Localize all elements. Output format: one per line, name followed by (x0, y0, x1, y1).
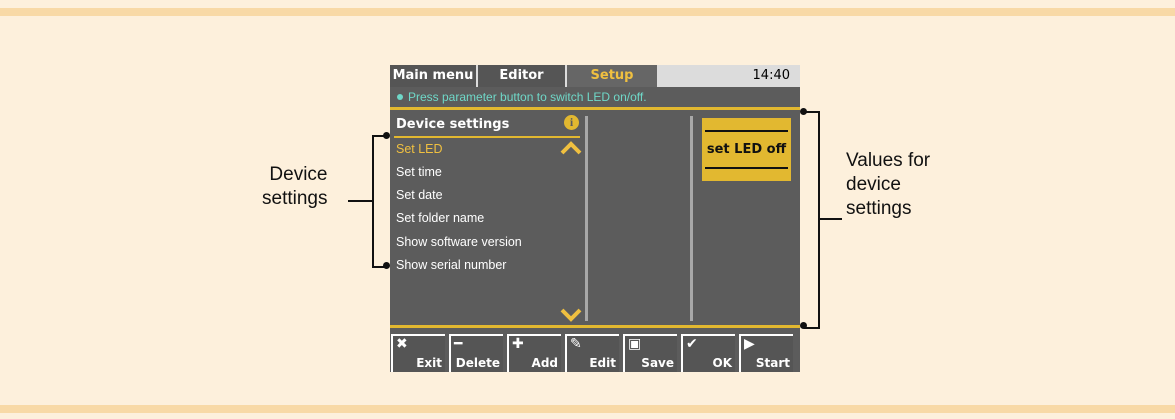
annotation-line: device (846, 174, 901, 195)
list-item-set-time[interactable]: Set time (396, 165, 442, 179)
edit-icon: ✎ (570, 336, 582, 352)
list-item-set-folder-name[interactable]: Set folder name (396, 211, 484, 225)
value-box-line (705, 130, 788, 132)
ok-button[interactable]: ✔ OK (681, 334, 735, 372)
list-item-set-led[interactable]: Set LED (396, 142, 443, 156)
column-separator (585, 116, 588, 321)
bullet-icon (397, 94, 403, 101)
plus-icon: ✚ (512, 336, 524, 352)
left-bracket (372, 135, 388, 268)
annotation-values: Values for device settings (846, 149, 930, 221)
bracket-dot (800, 108, 807, 115)
start-button[interactable]: ▶ Start (739, 334, 793, 372)
delete-label: Delete (455, 356, 500, 370)
exit-button[interactable]: ✖ Exit (391, 334, 445, 372)
edit-label: Edit (589, 356, 616, 370)
annotation-line: settings (846, 198, 912, 219)
hint-text: Press parameter button to switch LED on/… (408, 90, 647, 104)
tab-bar: Main menu Editor Setup 14:40 (390, 65, 800, 87)
tab-setup[interactable]: Setup (567, 65, 657, 87)
edit-button[interactable]: ✎ Edit (565, 334, 619, 372)
delete-button[interactable]: ━ Delete (449, 334, 503, 372)
right-bracket (804, 111, 820, 329)
check-icon: ✔ (686, 336, 698, 352)
info-icon[interactable]: i (564, 115, 579, 130)
right-bracket-connector (820, 218, 842, 220)
top-stripe (0, 8, 1175, 16)
clock: 14:40 (752, 68, 790, 83)
value-box-line (705, 167, 788, 169)
list-item-show-software-version[interactable]: Show software version (396, 235, 522, 249)
annotation-line: Values for (846, 150, 931, 171)
bracket-dot (800, 322, 807, 329)
tab-editor[interactable]: Editor (478, 65, 565, 87)
list-item-set-date[interactable]: Set date (396, 188, 443, 202)
save-icon: ▣ (628, 336, 642, 352)
save-button[interactable]: ▣ Save (623, 334, 677, 372)
bracket-dot (383, 132, 390, 139)
list-header: Device settings (396, 117, 510, 132)
divider-top (390, 107, 800, 110)
save-label: Save (641, 356, 674, 370)
add-button[interactable]: ✚ Add (507, 334, 561, 372)
device-screen: Main menu Editor Setup 14:40 Press param… (390, 65, 800, 372)
chevron-down-icon[interactable] (560, 308, 582, 322)
column-separator (690, 116, 693, 321)
chevron-up-icon[interactable] (560, 141, 582, 155)
softkey-bar: ✖ Exit ━ Delete ✚ Add ✎ Edit ▣ Save ✔ OK ▶ Star… (390, 330, 800, 372)
x-icon: ✖ (396, 336, 408, 352)
minus-icon: ━ (454, 336, 463, 352)
hint-bar: Press parameter button to switch LED on/… (390, 87, 800, 107)
annotation-device-settings: Device settings (262, 163, 327, 211)
divider-bottom (390, 325, 800, 328)
exit-label: Exit (416, 356, 442, 370)
left-bracket-connector (348, 200, 372, 202)
list-item-show-serial-number[interactable]: Show serial number (396, 258, 506, 272)
value-box[interactable]: set LED off (702, 118, 791, 181)
bottom-stripe (0, 405, 1175, 413)
start-label: Start (755, 356, 790, 370)
tab-main-menu[interactable]: Main menu (390, 65, 476, 87)
value-text: set LED off (706, 142, 787, 157)
play-icon: ▶ (744, 336, 755, 352)
annotation-line: Device (269, 164, 328, 185)
bracket-dot (383, 262, 390, 269)
list-header-underline (394, 136, 580, 138)
annotation-line: settings (262, 188, 328, 209)
add-label: Add (531, 356, 558, 370)
ok-label: OK (712, 356, 733, 370)
